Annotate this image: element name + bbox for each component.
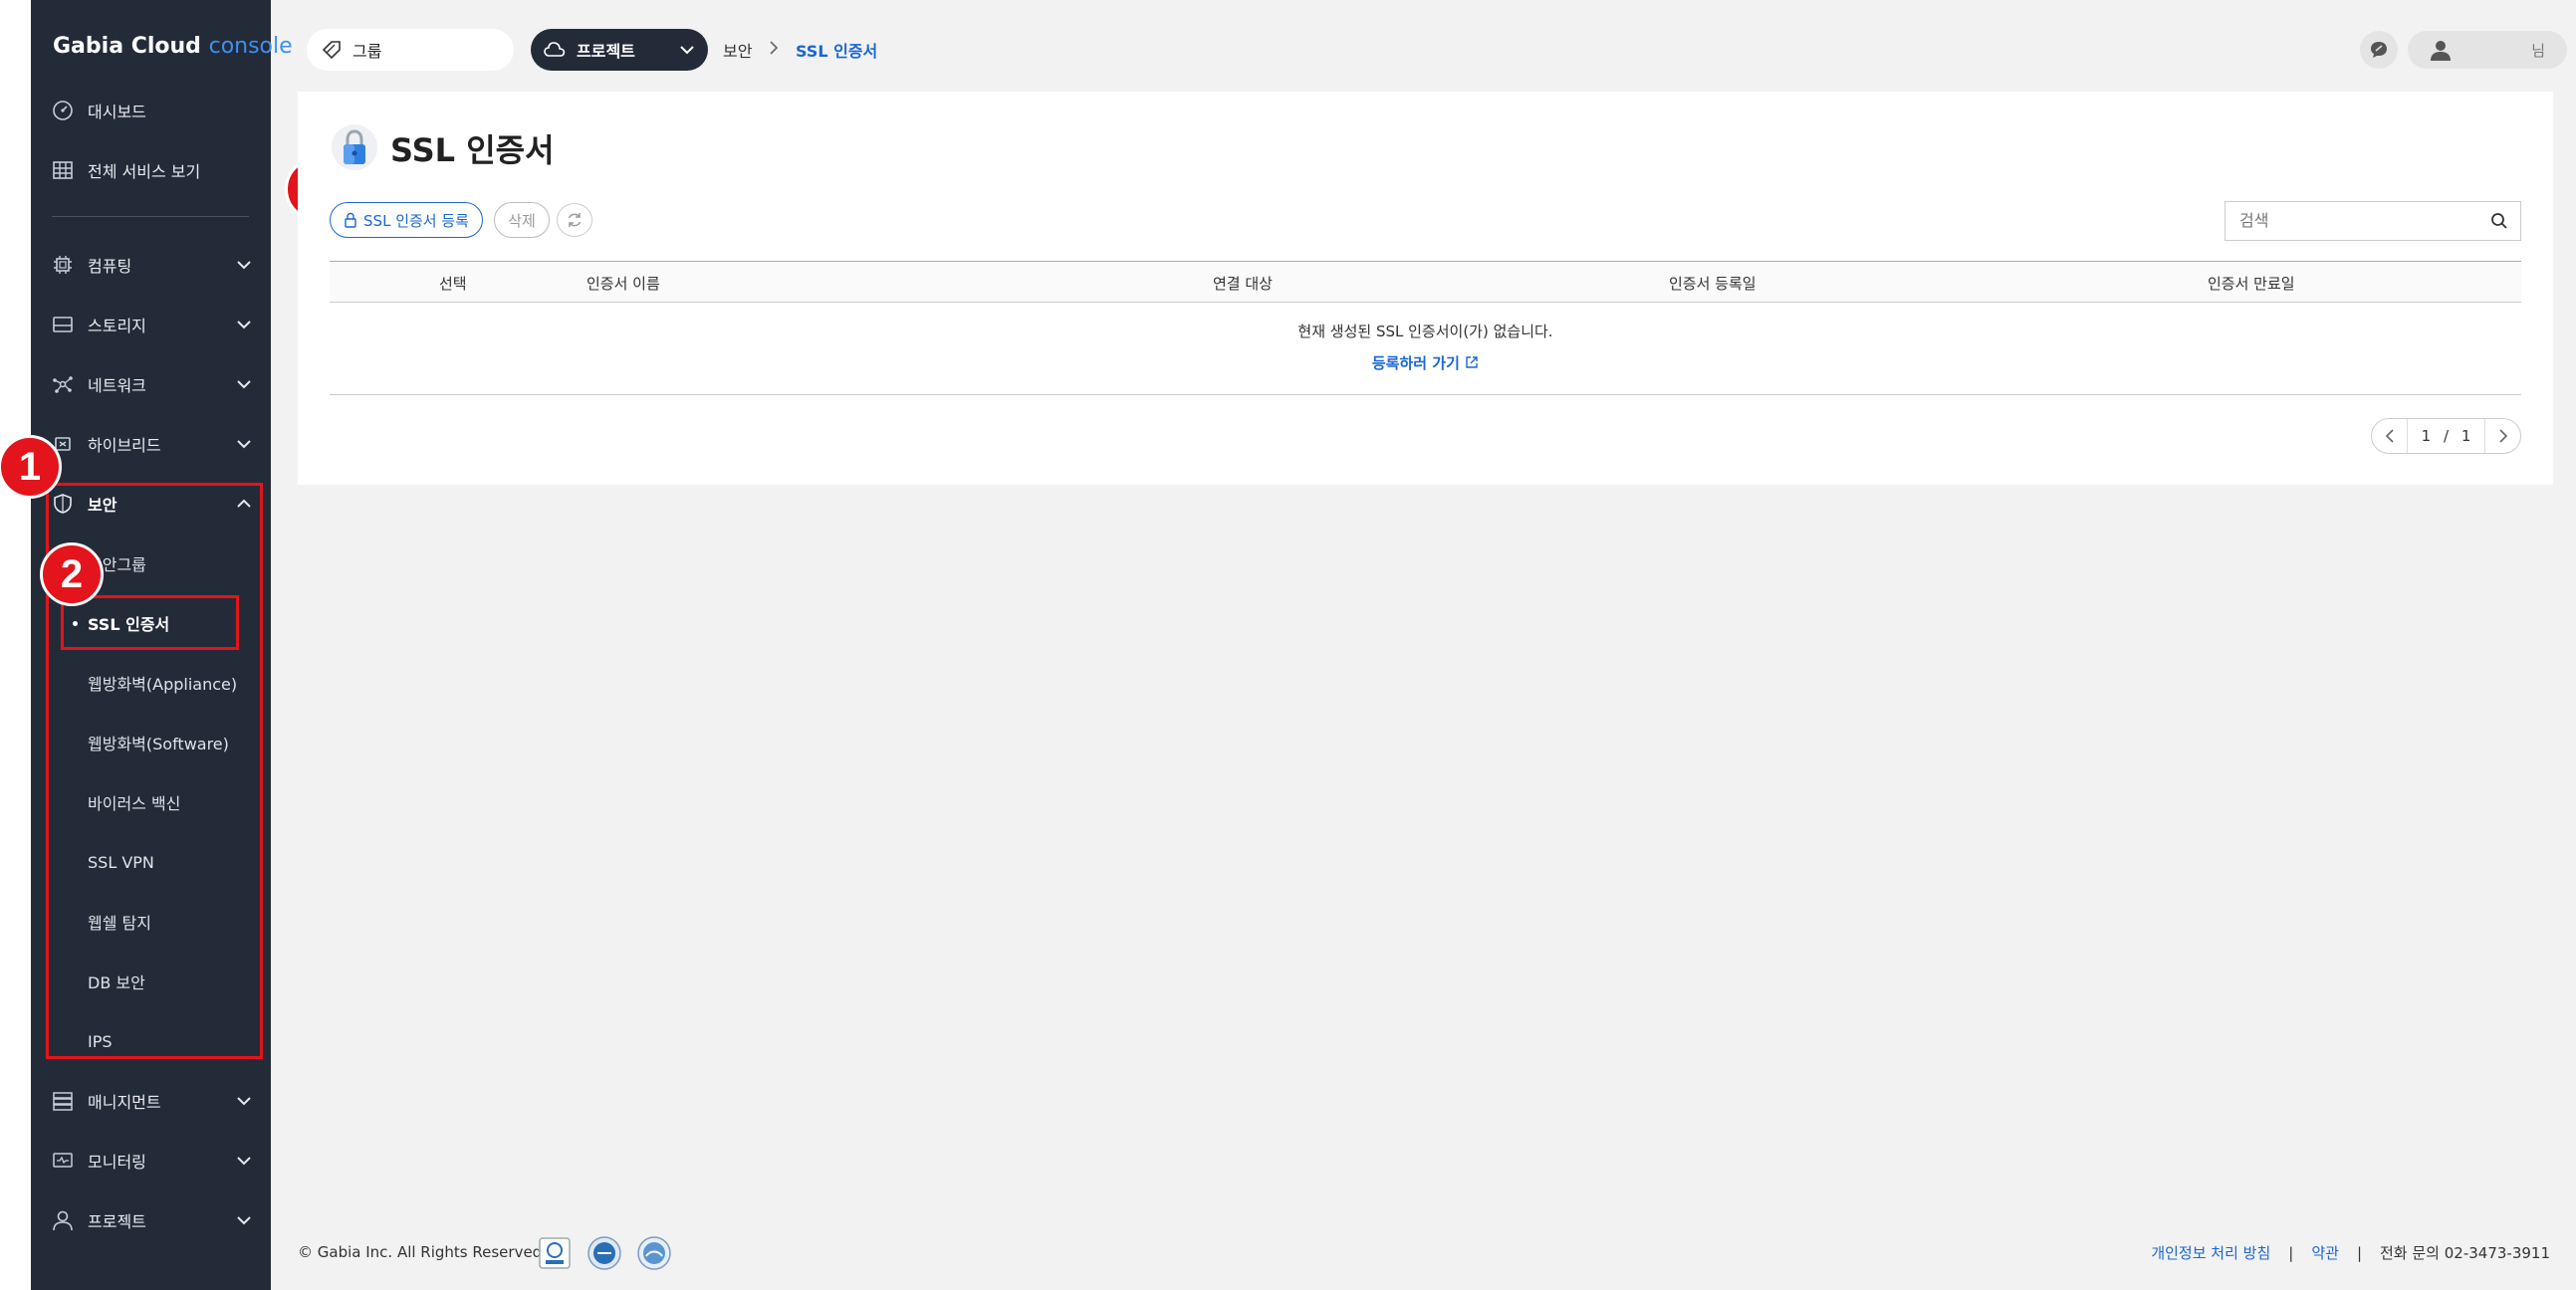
annotation-box-ssl-item: [61, 595, 239, 650]
go-register-link[interactable]: 등록하러 가기: [330, 352, 2521, 373]
dashboard-gauge-icon: [51, 99, 75, 122]
ssl-lock-icon: [332, 124, 377, 170]
page-title: SSL 인증서: [390, 131, 555, 169]
sidebar-item-label: 하이브리드: [88, 436, 161, 455]
annotation-badge-1: 1: [0, 435, 62, 499]
sidebar-item-hybrid[interactable]: 하이브리드: [31, 424, 271, 464]
sidebar-item-label: 스토리지: [88, 317, 146, 335]
sidebar-item-computing[interactable]: 컴퓨팅: [31, 245, 271, 285]
chevron-down-icon: [237, 440, 251, 449]
sidebar-item-all-services[interactable]: 전체 서비스 보기: [31, 150, 271, 190]
register-button-label: SSL 인증서 등록: [363, 211, 469, 230]
tag-icon: [322, 41, 341, 60]
phone-contact: 전화 문의 02-3473-3911: [2380, 1244, 2550, 1262]
sidebar-item-label: 전체 서비스 보기: [88, 162, 201, 181]
sidebar-item-project[interactable]: 프로젝트: [31, 1200, 271, 1240]
chat-button[interactable]: [2360, 31, 2398, 69]
main-panel: SSL 인증서 SSL 인증서 등록 삭제 선택 인증서 이름 연결 대상 인증…: [298, 92, 2553, 485]
terms-link[interactable]: 약관: [2311, 1242, 2339, 1263]
copyright-text: © Gabia Inc. All Rights Reserved: [298, 1243, 543, 1261]
sidebar-item-label: 프로젝트: [88, 1212, 146, 1231]
top-bar: 그룹 프로젝트 보안 SSL 인증서 님: [271, 0, 2576, 92]
column-header-name[interactable]: 인증서 이름: [586, 273, 660, 294]
sidebar-item-label: 모니터링: [88, 1153, 146, 1172]
prev-page-button[interactable]: [2372, 419, 2408, 453]
chevron-down-icon: [237, 1097, 251, 1106]
refresh-button[interactable]: [557, 203, 592, 237]
certification-seal-icon: [587, 1236, 621, 1270]
table-header: 선택 인증서 이름 연결 대상 인증서 등록일 인증서 만료일: [330, 261, 2521, 303]
user-menu[interactable]: 님: [2408, 31, 2567, 69]
search-input[interactable]: [2225, 202, 2464, 238]
cloud-icon: [544, 42, 566, 57]
page-separator: /: [2443, 427, 2450, 445]
user-name: 님: [2531, 42, 2545, 60]
certification-seal-icon: [637, 1236, 671, 1270]
next-page-button[interactable]: [2484, 419, 2520, 453]
chevron-down-icon: [237, 261, 251, 270]
lock-icon: [345, 212, 356, 228]
search-icon[interactable]: [2490, 212, 2508, 230]
pagination: 1 / 1: [2371, 418, 2521, 454]
column-header-expires[interactable]: 인증서 만료일: [2208, 273, 2295, 294]
column-header-select[interactable]: 선택: [439, 273, 467, 294]
footer-separator: |: [2356, 1243, 2362, 1262]
chevron-down-icon: [237, 321, 251, 329]
empty-message: 현재 생성된 SSL 인증서이(가) 없습니다.: [1297, 322, 1553, 340]
chevron-right-icon: [2498, 429, 2507, 443]
user-icon: [2431, 41, 2451, 61]
sidebar-item-label: 네트워크: [88, 376, 146, 395]
network-icon: [51, 372, 75, 396]
sidebar-item-label: 컴퓨팅: [88, 257, 132, 276]
storage-icon: [51, 313, 75, 336]
footer-separator: |: [2288, 1243, 2294, 1262]
user-icon: [51, 1208, 75, 1232]
project-selector[interactable]: 프로젝트: [531, 29, 708, 71]
search-box: [2225, 201, 2521, 241]
breadcrumb-current: SSL 인증서: [796, 42, 878, 61]
grid-icon: [51, 158, 75, 182]
certification-badge-icon: [539, 1237, 571, 1269]
management-icon: [51, 1089, 75, 1113]
sidebar-item-storage[interactable]: 스토리지: [31, 305, 271, 344]
chevron-right-icon: [770, 41, 779, 55]
column-header-target[interactable]: 연결 대상: [1213, 273, 1273, 294]
chevron-down-icon: [237, 380, 251, 389]
total-pages: 1: [2460, 427, 2471, 445]
breadcrumb-security[interactable]: 보안: [723, 38, 752, 62]
sidebar-item-network[interactable]: 네트워크: [31, 364, 271, 404]
chat-icon: [2371, 42, 2387, 58]
sidebar-item-label: 매니지먼트: [88, 1093, 161, 1112]
annotation-badge-2: 2: [40, 542, 104, 606]
sidebar-item-dashboard[interactable]: 대시보드: [31, 91, 271, 130]
chevron-down-icon: [237, 1216, 251, 1225]
external-link-icon: [1466, 356, 1478, 368]
page-indicator: 1 / 1: [2408, 427, 2484, 445]
left-gutter: [0, 0, 31, 1290]
privacy-policy-link[interactable]: 개인정보 처리 방침: [2151, 1242, 2270, 1263]
chevron-down-icon: [680, 46, 694, 55]
footer-links: 개인정보 처리 방침 | 약관 | 전화 문의 02-3473-3911: [2151, 1242, 2550, 1263]
refresh-icon: [568, 213, 582, 227]
sidebar-divider: [52, 216, 249, 217]
monitor-icon: [51, 1149, 75, 1173]
sidebar-item-monitoring[interactable]: 모니터링: [31, 1141, 271, 1181]
delete-button[interactable]: 삭제: [494, 202, 550, 238]
empty-state-row: 현재 생성된 SSL 인증서이(가) 없습니다. 등록하러 가기: [330, 303, 2521, 395]
column-header-registered[interactable]: 인증서 등록일: [1669, 273, 1756, 294]
register-ssl-button[interactable]: SSL 인증서 등록: [330, 202, 483, 238]
brand-logo[interactable]: Gabia Cloud console: [53, 34, 293, 59]
group-selector[interactable]: 그룹: [307, 29, 514, 71]
chevron-left-icon: [2385, 429, 2394, 443]
project-label: 프로젝트: [577, 42, 635, 61]
sidebar-item-label: 대시보드: [88, 103, 146, 121]
go-register-label: 등록하러 가기: [1371, 354, 1460, 372]
chevron-down-icon: [237, 1157, 251, 1166]
group-label: 그룹: [352, 42, 382, 61]
sidebar-item-management[interactable]: 매니지먼트: [31, 1081, 271, 1121]
current-page: 1: [2421, 427, 2432, 445]
cpu-icon: [51, 253, 75, 277]
